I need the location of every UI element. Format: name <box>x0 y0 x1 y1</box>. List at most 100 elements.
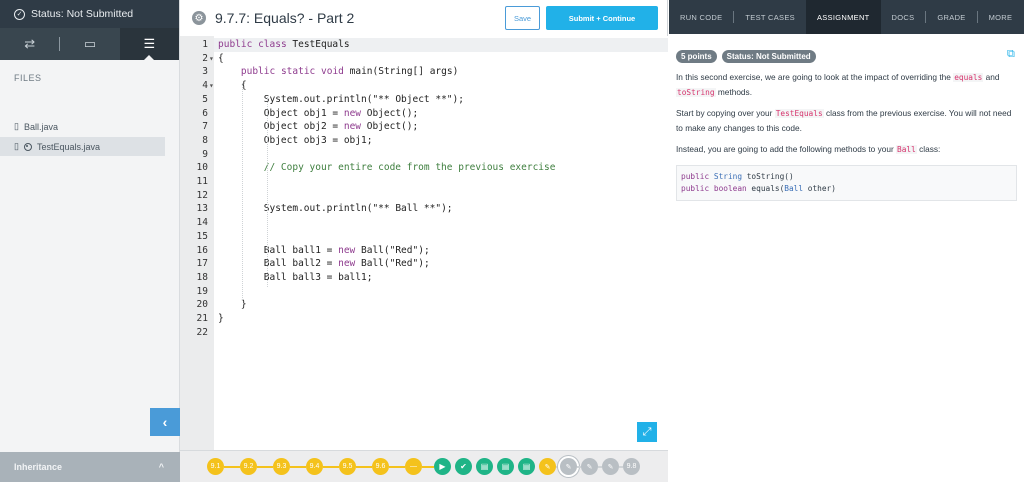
inline-code: equals <box>953 73 984 82</box>
code-line[interactable]: Ball ball2 = new Ball("Red"); <box>218 257 430 271</box>
lesson-node[interactable]: 9.4 <box>306 458 323 475</box>
status-badge: Status: Not Submitted <box>721 50 816 63</box>
lesson-node[interactable]: 9.2 <box>240 458 257 475</box>
activity-node[interactable]: ✎ <box>602 458 619 475</box>
activity-node-current[interactable]: ✎ <box>560 458 577 475</box>
file-icon: ▯ <box>14 121 19 131</box>
line-number: 1 <box>202 39 208 50</box>
expand-icon: ⤢ <box>642 425 652 438</box>
progress-connector <box>257 465 273 468</box>
lesson-node[interactable]: 9.6 <box>372 458 389 475</box>
tab-more[interactable]: MORE <box>978 0 1024 34</box>
code-line[interactable]: System.out.println("** Ball **"); <box>218 202 453 216</box>
file-name: TestEquals.java <box>36 141 100 152</box>
instruction-text: methods. <box>717 87 753 97</box>
line-number: 9 <box>202 148 208 160</box>
code-line[interactable]: Object obj1 = new Object(); <box>218 107 418 121</box>
sidebar-tool-files[interactable]: ☰ <box>119 28 180 60</box>
lesson-node-current[interactable]: — <box>405 458 422 475</box>
code-editor-panel: ⚙ 9.7.7: Equals? - Part 2 Save Submit + … <box>180 0 668 450</box>
code-line[interactable]: // Copy your entire code from the previo… <box>218 161 556 175</box>
line-number: 13 <box>196 203 208 215</box>
line-number: 20 <box>196 299 208 311</box>
submission-status-bar[interactable]: ✓ Status: Not Submitted <box>0 0 179 28</box>
module-footer[interactable]: Inheritance ^ <box>0 452 180 482</box>
external-link-icon[interactable]: ⧉ <box>1007 48 1015 61</box>
inline-code: Ball <box>896 145 917 154</box>
line-number: 12 <box>196 189 208 201</box>
instruction-text: and <box>985 72 1000 82</box>
lesson-node[interactable]: 9.1 <box>207 458 224 475</box>
files-heading: FILES <box>14 73 42 83</box>
tab-run-code[interactable]: RUN CODE <box>669 0 733 34</box>
code-line[interactable]: public static void main(String[] args) <box>218 65 458 79</box>
submit-continue-button[interactable]: Submit + Continue <box>546 6 658 30</box>
line-number: 18 <box>196 271 208 283</box>
activity-node[interactable]: ▶ <box>434 458 451 475</box>
activity-node[interactable]: ▤ <box>518 458 535 475</box>
right-panel-nav: RUN CODE TEST CASES ASSIGNMENT DOCS GRADE MOR… <box>669 0 1024 34</box>
progress-connector <box>356 465 372 468</box>
code-line[interactable]: public class TestEquals <box>218 38 350 52</box>
fold-arrow-icon[interactable]: ▾ <box>209 79 214 93</box>
instruction-text: In this second exercise, we are going to… <box>676 72 951 82</box>
line-number: 15 <box>196 230 208 242</box>
line-number: 19 <box>196 285 208 297</box>
chevron-left-icon: ‹ <box>162 414 168 430</box>
file-item-testequals[interactable]: ▯ TestEquals.java <box>0 137 165 156</box>
activity-node[interactable]: ✎ <box>581 458 598 475</box>
instructions-paragraph-1: In this second exercise, we are going to… <box>676 70 1016 100</box>
indent-guide <box>267 96 268 287</box>
inline-code: toString <box>676 88 716 97</box>
calendar-icon: ▭ <box>83 36 97 51</box>
activity-node[interactable]: ✔ <box>455 458 472 475</box>
instruction-text: class: <box>919 144 941 154</box>
code-area[interactable]: 1 2 ▾ 3 4 ▾ 5 6 7 8 9 10 11 12 13 14 15 16 17 18 19 20 21 22 pu… <box>180 36 668 450</box>
collapse-sidebar-button[interactable]: ‹ <box>150 408 180 436</box>
fold-arrow-icon[interactable]: ▾ <box>209 52 214 66</box>
line-number: 11 <box>196 176 208 187</box>
code-line[interactable]: { <box>218 52 224 66</box>
tab-test-cases[interactable]: TEST CASES <box>734 0 806 34</box>
save-button[interactable]: Save <box>505 6 540 30</box>
line-number: 8 <box>202 134 208 146</box>
instruction-text: Start by copying over your <box>676 108 773 118</box>
instruction-text: Instead, you are going to add the follow… <box>676 144 894 154</box>
lesson-node[interactable]: 9.3 <box>273 458 290 475</box>
code-line[interactable]: Ball ball1 = new Ball("Red"); <box>218 244 430 258</box>
list-icon: ☰ <box>143 36 156 51</box>
code-line[interactable]: System.out.println("** Object **"); <box>218 93 464 107</box>
line-number: 5 <box>202 93 208 105</box>
lesson-node[interactable]: 9.5 <box>339 458 356 475</box>
lesson-node-next[interactable]: 9.8 <box>623 458 640 475</box>
file-item-ball[interactable]: ▯ Ball.java <box>14 117 58 136</box>
code-line[interactable]: } <box>218 312 224 326</box>
exercise-title: 9.7.7: Equals? - Part 2 <box>215 10 355 26</box>
activity-node-pencil[interactable]: ✎ <box>539 458 556 475</box>
gear-icon[interactable]: ⚙ <box>192 11 206 25</box>
line-number: 10 <box>196 162 208 174</box>
instructions-paragraph-2: Start by copying over your TestEquals cl… <box>676 106 1016 135</box>
submission-status-text: Status: Not Submitted <box>31 8 134 20</box>
progress-connector <box>224 465 240 468</box>
file-sidebar: ✓ Status: Not Submitted ⇄ ▭ ☰ FILES ▯ Ba… <box>0 0 180 482</box>
assignment-badges: 5 points Status: Not Submitted <box>676 50 816 63</box>
tab-assignment[interactable]: ASSIGNMENT <box>805 0 881 34</box>
module-name: Inheritance <box>14 462 63 472</box>
file-name: Ball.java <box>23 121 58 132</box>
progress-connector <box>389 465 405 468</box>
activity-node[interactable]: ▤ <box>476 458 493 475</box>
code-line[interactable]: } <box>218 298 247 312</box>
expand-editor-button[interactable]: ⤢ <box>637 422 657 442</box>
tab-docs[interactable]: DOCS <box>881 0 926 34</box>
active-file-indicator-icon <box>23 142 32 151</box>
activity-node[interactable]: ▤ <box>497 458 514 475</box>
sidebar-tool-calendar[interactable]: ▭ <box>60 28 119 60</box>
method-signatures-code-block: public String toString() public boolean e… <box>676 165 1017 201</box>
chevron-up-icon: ^ <box>158 462 164 472</box>
code-line[interactable]: Object obj2 = new Object(); <box>218 120 418 134</box>
tab-grade[interactable]: GRADE <box>926 0 976 34</box>
line-number: 16 <box>196 244 208 256</box>
line-number: 4 <box>202 80 208 92</box>
sidebar-tool-upload[interactable]: ⇄ <box>0 28 59 60</box>
